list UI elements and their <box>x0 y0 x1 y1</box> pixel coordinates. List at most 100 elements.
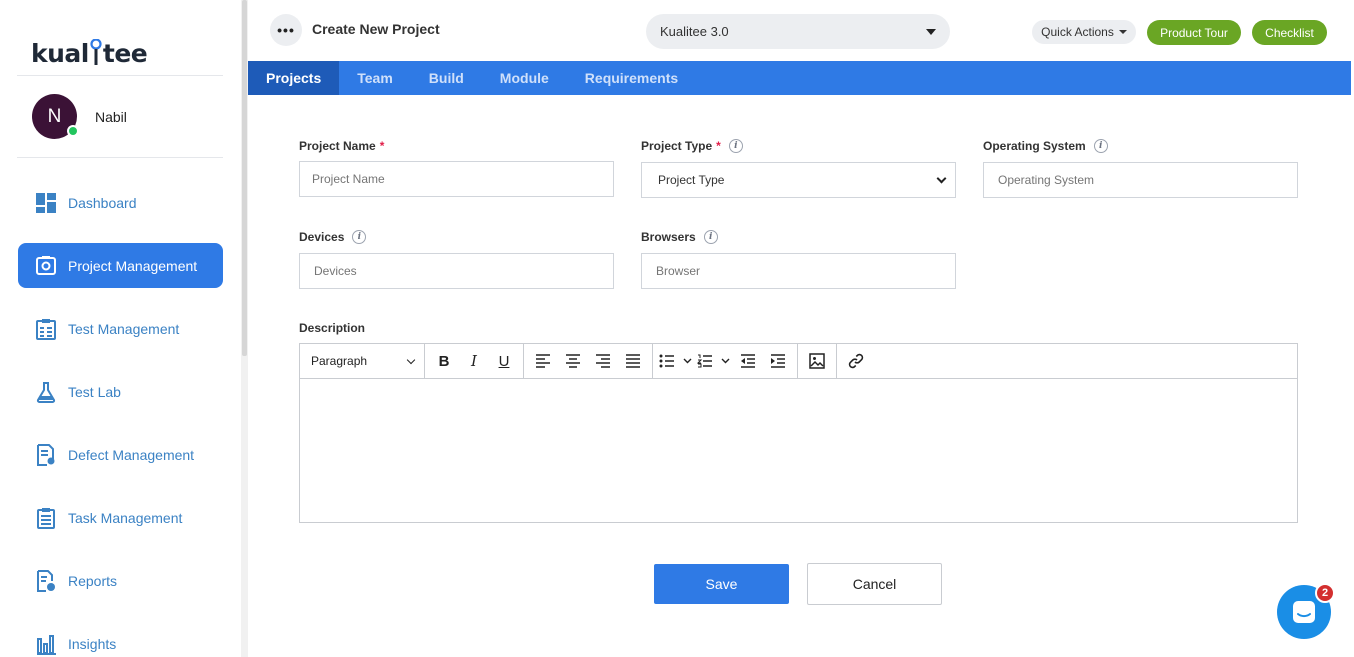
editor-content-area[interactable] <box>300 379 1297 522</box>
description-label: Description <box>299 321 365 335</box>
italic-button[interactable]: I <box>461 348 487 374</box>
more-icon: ••• <box>277 22 295 38</box>
tab-build[interactable]: Build <box>411 61 482 95</box>
sidebar-item-test-lab[interactable]: Test Lab <box>18 369 223 414</box>
sidebar-scrollbar-thumb[interactable] <box>242 0 247 356</box>
indent-icon <box>771 354 785 368</box>
sidebar-item-label: Reports <box>68 572 118 589</box>
sidebar-item-label: Dashboard <box>68 194 137 211</box>
toolbar-group-text-style: B I U <box>425 343 524 379</box>
project-type-value: Project Type <box>658 173 725 187</box>
sidebar-item-reports[interactable]: Reports <box>18 558 223 603</box>
sidebar-divider <box>17 75 223 76</box>
tab-requirements[interactable]: Requirements <box>567 61 696 95</box>
insights-icon <box>35 633 57 655</box>
label-text: Project Type <box>641 139 713 153</box>
sidebar-item-dashboard[interactable]: Dashboard <box>18 180 223 225</box>
tab-module[interactable]: Module <box>482 61 567 95</box>
align-center-icon <box>566 354 580 368</box>
sidebar-item-label: Project Management <box>68 257 198 274</box>
operating-system-label: Operating System i <box>983 139 1108 153</box>
avatar[interactable]: N <box>32 94 79 139</box>
align-left-button[interactable] <box>530 348 556 374</box>
operating-system-input[interactable] <box>983 162 1298 198</box>
label-text: Devices <box>299 230 345 244</box>
product-tour-button[interactable]: Product Tour <box>1147 20 1241 45</box>
underline-button[interactable]: U <box>491 348 517 374</box>
project-name-input[interactable] <box>299 161 614 197</box>
project-name-label: Project Name * <box>299 139 384 153</box>
sidebar-item-project-management[interactable]: Project Management <box>18 243 223 288</box>
align-right-button[interactable] <box>590 348 616 374</box>
project-type-label: Project Type * i <box>641 139 743 153</box>
label-text: Operating System <box>983 139 1086 153</box>
numbered-list-icon <box>697 354 730 368</box>
project-type-select[interactable]: Project Type <box>641 162 956 198</box>
sidebar-item-label: Defect Management <box>68 446 195 463</box>
align-center-button[interactable] <box>560 348 586 374</box>
indent-button[interactable] <box>765 348 791 374</box>
info-icon[interactable]: i <box>703 230 718 244</box>
sidebar-item-defect-management[interactable]: Defect Management <box>18 432 223 477</box>
outdent-button[interactable] <box>735 348 761 374</box>
quick-actions-button[interactable]: Quick Actions <box>1032 20 1136 44</box>
cancel-button[interactable]: Cancel <box>807 563 942 605</box>
devices-label: Devices i <box>299 230 367 244</box>
description-editor: Paragraph B I U <box>299 343 1298 523</box>
kualitee-logo[interactable]: kual tee <box>31 30 148 68</box>
devices-input[interactable] <box>299 253 614 289</box>
label-text: Project Name <box>299 139 376 153</box>
product-tour-label: Product Tour <box>1160 25 1228 40</box>
save-button[interactable]: Save <box>654 564 789 604</box>
align-right-icon <box>596 354 610 368</box>
block-format-select[interactable]: Paragraph <box>306 354 418 368</box>
info-icon[interactable]: i <box>728 139 743 153</box>
project-selector-value: Kualitee 3.0 <box>660 24 729 39</box>
tab-projects[interactable]: Projects <box>248 61 340 95</box>
defect-icon <box>35 443 57 466</box>
bullet-list-icon <box>659 354 692 368</box>
sidebar-item-insights[interactable]: Insights <box>18 621 223 657</box>
task-icon <box>35 507 57 529</box>
logo-text-right: tee <box>102 39 148 68</box>
chevron-down-icon <box>406 355 416 364</box>
sidebar-scrollbar[interactable] <box>241 0 248 657</box>
checklist-button[interactable]: Checklist <box>1252 20 1327 45</box>
more-options-button[interactable]: ••• <box>270 14 302 46</box>
logo-key-icon <box>90 38 102 66</box>
info-icon[interactable]: i <box>352 230 367 244</box>
sidebar-item-test-management[interactable]: Test Management <box>18 306 223 351</box>
flask-icon <box>35 381 57 403</box>
sidebar: kual tee N Nabil Dashboard Project Manag… <box>0 0 241 657</box>
test-management-icon <box>35 318 57 340</box>
insert-image-button[interactable] <box>804 348 830 374</box>
sidebar-item-label: Test Management <box>68 320 180 337</box>
sidebar-item-label: Insights <box>68 635 117 652</box>
numbered-list-button[interactable] <box>697 348 731 374</box>
info-icon[interactable]: i <box>1093 139 1108 153</box>
align-left-icon <box>536 354 550 368</box>
block-format-value: Paragraph <box>311 354 368 368</box>
bold-icon: B <box>438 352 450 370</box>
tab-team[interactable]: Team <box>339 61 411 95</box>
chevron-down-icon <box>936 173 947 183</box>
toolbar-group-link <box>837 344 875 379</box>
project-selector[interactable]: Kualitee 3.0 <box>646 14 950 49</box>
align-justify-button[interactable] <box>620 348 646 374</box>
checklist-label: Checklist <box>1265 25 1314 40</box>
image-icon <box>809 353 825 369</box>
outdent-icon <box>741 354 755 368</box>
user-name: Nabil <box>95 108 127 125</box>
caret-down-icon <box>926 28 936 35</box>
page-title: Create New Project <box>312 21 440 37</box>
toolbar-group-format: Paragraph <box>300 343 425 379</box>
app-root: kual tee N Nabil Dashboard Project Manag… <box>0 0 1354 657</box>
sidebar-item-task-management[interactable]: Task Management <box>18 495 223 540</box>
insert-link-button[interactable] <box>843 348 869 374</box>
browsers-input[interactable] <box>641 253 956 289</box>
bullet-list-button[interactable] <box>659 348 693 374</box>
align-justify-icon <box>626 354 640 368</box>
bold-button[interactable]: B <box>431 348 457 374</box>
user-profile[interactable]: N Nabil <box>32 94 127 139</box>
sidebar-item-label: Test Lab <box>68 383 121 400</box>
